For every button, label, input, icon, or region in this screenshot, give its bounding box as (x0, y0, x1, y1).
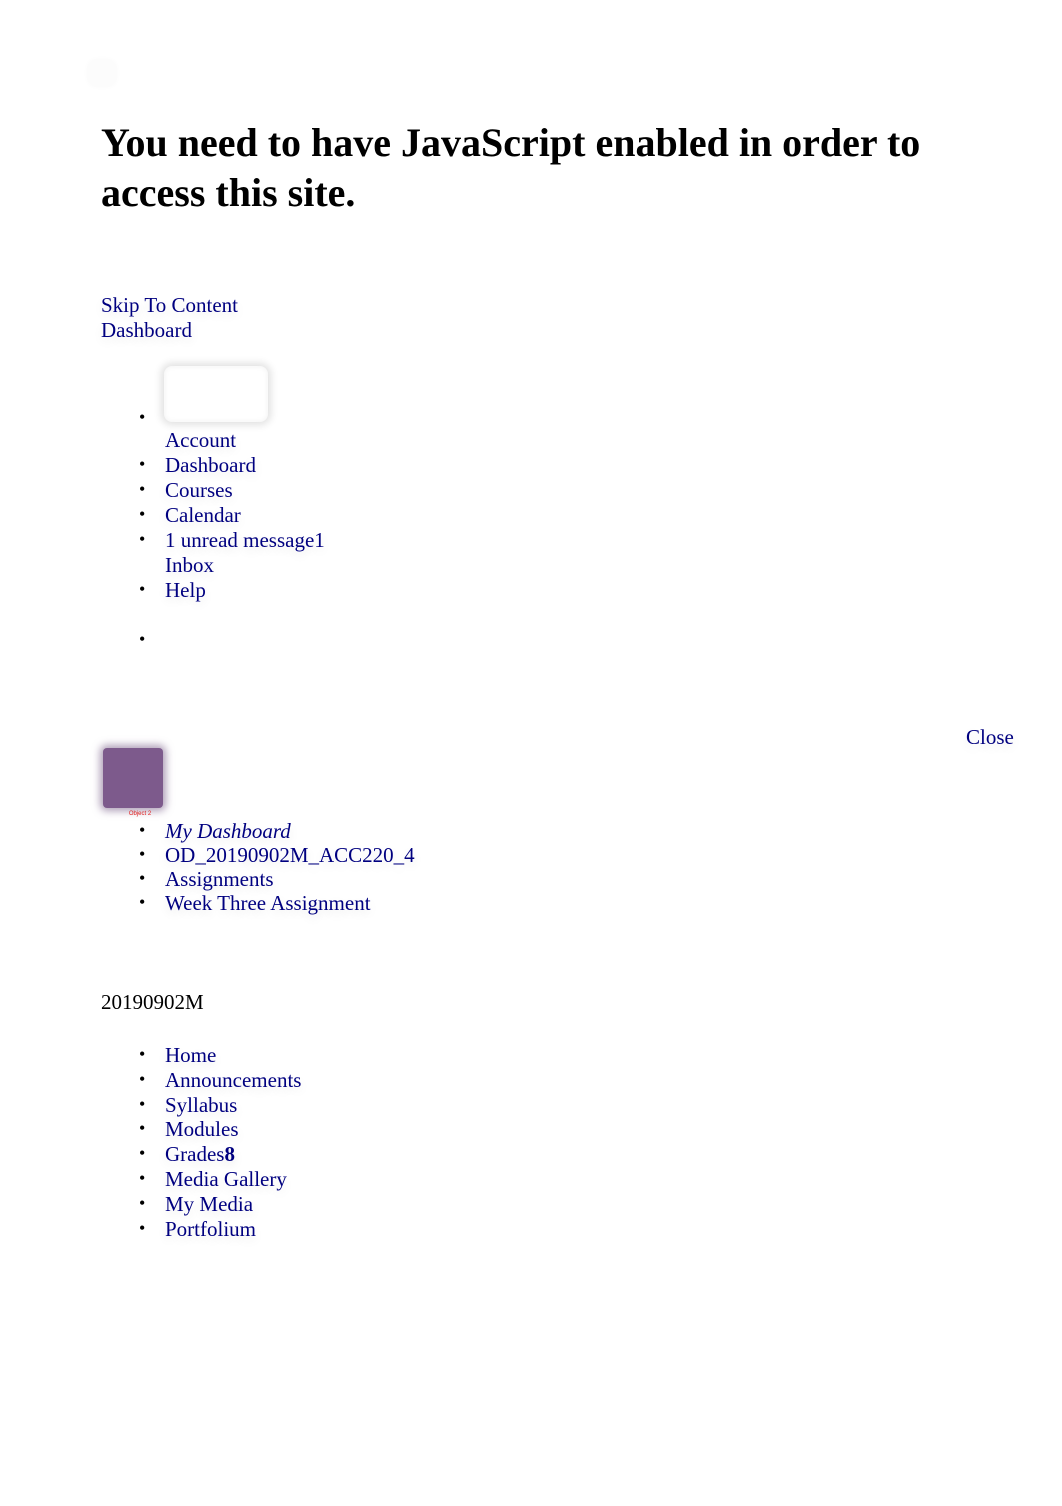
course-nav-item-modules[interactable]: • Modules (101, 1117, 301, 1142)
media-gallery-link[interactable]: Media Gallery (165, 1167, 287, 1191)
course-nav-list: • Home • Announcements • Syllabus • Modu… (101, 1043, 301, 1241)
breadcrumb-item-course[interactable]: • OD_20190902M_ACC220_4 (101, 843, 415, 867)
bullet: • (139, 504, 146, 524)
bullet: • (139, 1068, 146, 1089)
announcements-link[interactable]: Announcements (165, 1068, 301, 1092)
bullet: • (139, 844, 146, 864)
inbox-link[interactable]: 1 unread message1 Inbox (165, 528, 325, 577)
bullet: • (139, 529, 146, 549)
bullet: • (139, 868, 146, 888)
inbox-label: Inbox (165, 553, 214, 577)
my-dashboard-link[interactable]: My Dashboard (165, 819, 291, 843)
bullet: • (139, 892, 146, 912)
term-label: 20190902M (101, 990, 204, 1014)
grades-link[interactable]: Grades8 (165, 1142, 235, 1166)
breadcrumb-list: • My Dashboard • OD_20190902M_ACC220_4 •… (101, 819, 415, 915)
bullet: • (139, 1167, 146, 1188)
assignments-link[interactable]: Assignments (165, 867, 274, 891)
faint-logo-icon (88, 60, 116, 86)
bullet: • (139, 820, 146, 840)
help-link[interactable]: Help (165, 578, 206, 602)
bullet: • (139, 1044, 146, 1064)
breadcrumb-item-assignment[interactable]: • Week Three Assignment (101, 891, 415, 915)
bullet: • (139, 1192, 146, 1213)
global-navigation: • Account • Dashboard • Courses • Calend… (101, 362, 325, 653)
global-nav-item-empty: • (101, 628, 325, 653)
course-image-label: Object 2 (128, 811, 152, 817)
calendar-link[interactable]: Calendar (165, 503, 241, 527)
course-nav-item-my-media[interactable]: • My Media (101, 1192, 301, 1217)
bullet: • (139, 1093, 146, 1114)
portfolium-link[interactable]: Portfolium (165, 1217, 256, 1241)
global-nav-item-help[interactable]: • Help (101, 578, 325, 603)
bullet: • (139, 454, 146, 474)
global-nav-item-dashboard[interactable]: • Dashboard (101, 453, 325, 478)
bullet: • (139, 1217, 146, 1238)
global-nav-item-calendar[interactable]: • Calendar (101, 503, 325, 528)
bullet: • (139, 1118, 146, 1139)
modules-link[interactable]: Modules (165, 1117, 239, 1141)
breadcrumb: • My Dashboard • OD_20190902M_ACC220_4 •… (101, 819, 415, 915)
bullet: • (139, 629, 146, 649)
course-navigation: • Home • Announcements • Syllabus • Modu… (101, 1043, 301, 1241)
bullet: • (139, 479, 146, 499)
global-nav-item-account[interactable]: • Account (101, 366, 325, 453)
course-nav-item-grades[interactable]: • Grades8 (101, 1142, 301, 1167)
syllabus-link[interactable]: Syllabus (165, 1093, 237, 1117)
courses-link[interactable]: Courses (165, 478, 233, 502)
course-nav-item-announcements[interactable]: • Announcements (101, 1068, 301, 1093)
breadcrumb-item-my-dashboard[interactable]: • My Dashboard (101, 819, 415, 843)
global-nav-item-courses[interactable]: • Courses (101, 478, 325, 503)
course-nav-item-portfolium[interactable]: • Portfolium (101, 1217, 301, 1242)
dashboard-home-link[interactable]: Dashboard (101, 318, 192, 343)
close-tray-button[interactable]: Close (966, 725, 1014, 750)
javascript-required-heading: You need to have JavaScript enabled in o… (101, 120, 921, 215)
course-nav-item-home[interactable]: • Home (101, 1043, 301, 1068)
course-nav-item-media-gallery[interactable]: • Media Gallery (101, 1167, 301, 1192)
my-media-link[interactable]: My Media (165, 1192, 253, 1216)
bullet: • (139, 1143, 146, 1164)
week-three-assignment-link[interactable]: Week Three Assignment (165, 891, 371, 915)
home-link[interactable]: Home (165, 1043, 216, 1067)
skip-to-content-link[interactable]: Skip To Content (101, 293, 238, 318)
grades-count-badge: 8 (224, 1142, 235, 1167)
course-image[interactable] (103, 748, 163, 808)
account-link[interactable]: Account (165, 428, 236, 452)
bullet: • (139, 579, 146, 599)
course-nav-item-syllabus[interactable]: • Syllabus (101, 1093, 301, 1118)
global-nav-item-inbox[interactable]: • 1 unread message1 Inbox (101, 528, 325, 578)
bullet: • (139, 407, 146, 427)
course-link[interactable]: OD_20190902M_ACC220_4 (165, 843, 415, 867)
avatar-icon[interactable] (164, 366, 268, 422)
unread-messages-count: 1 unread message1 (165, 528, 325, 552)
dashboard-link[interactable]: Dashboard (165, 453, 256, 477)
global-nav-list: • Account • Dashboard • Courses • Calend… (101, 366, 325, 653)
breadcrumb-item-assignments[interactable]: • Assignments (101, 867, 415, 891)
grades-label: Grades (165, 1142, 225, 1167)
